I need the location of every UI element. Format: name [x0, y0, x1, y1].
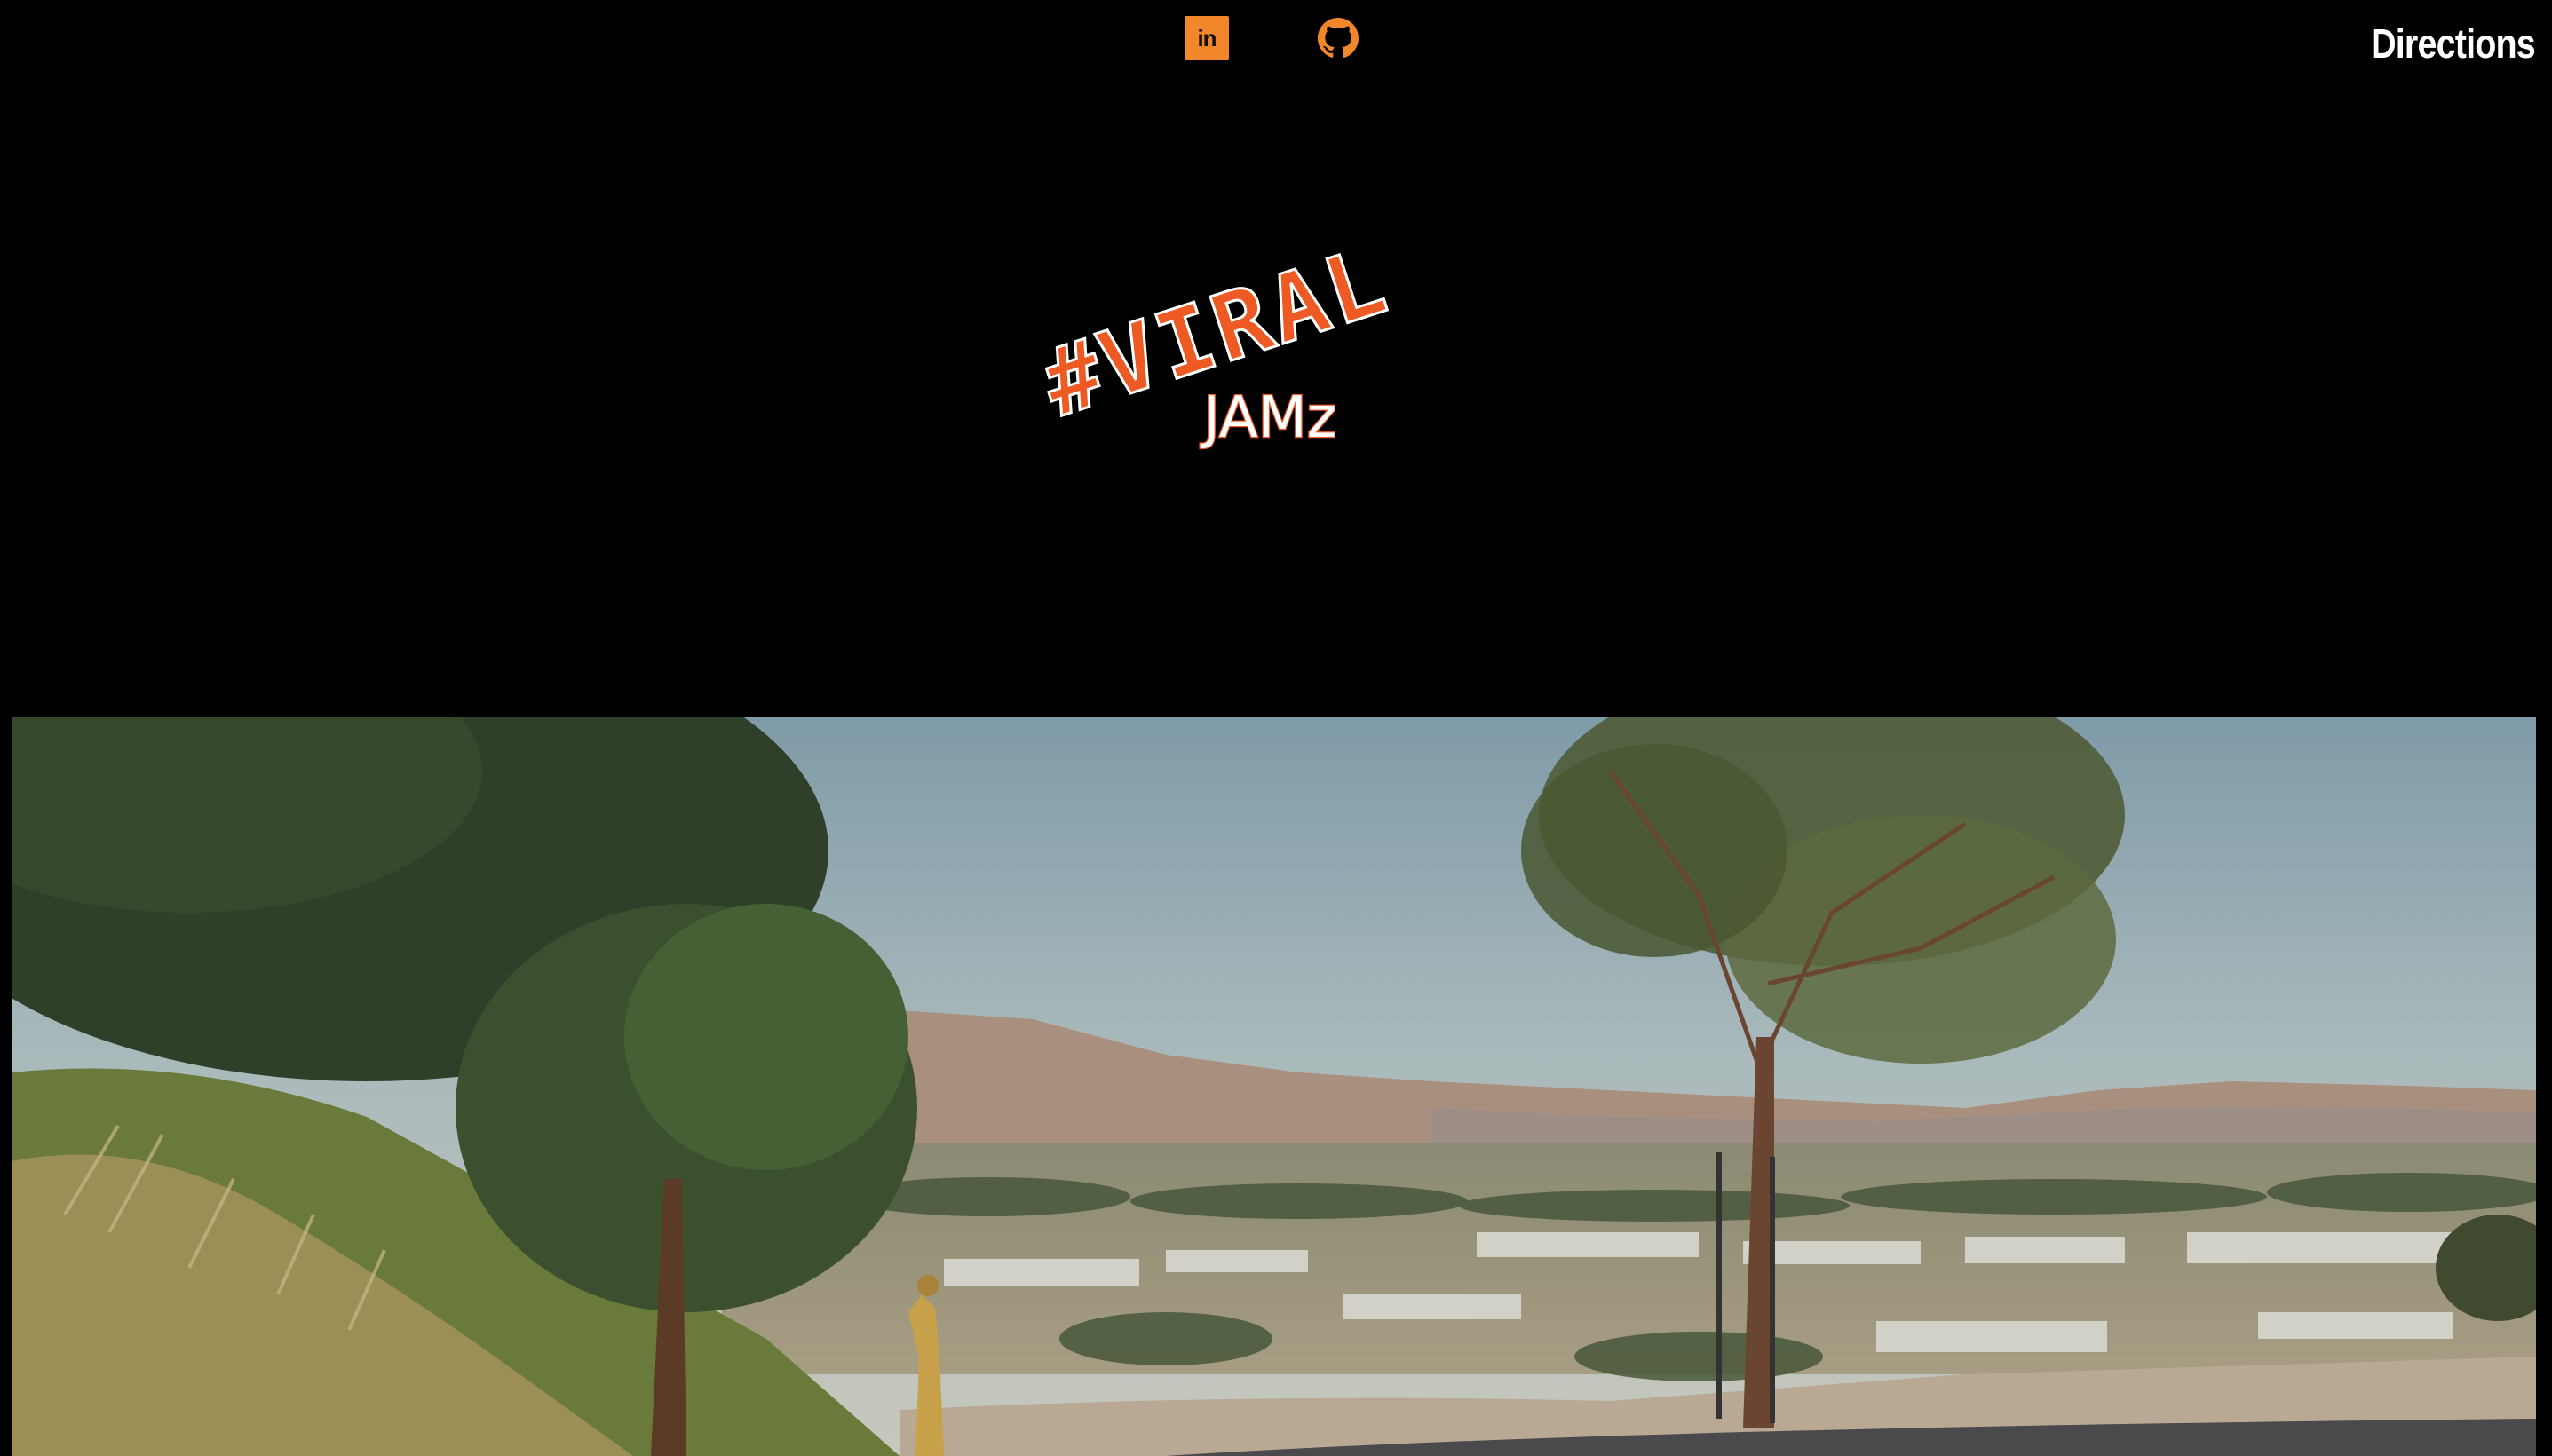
page: in Directions #VIRAL JAMz — [0, 0, 2552, 1456]
github-link[interactable] — [1316, 16, 1360, 60]
linkedin-label: in — [1197, 24, 1217, 51]
github-icon — [1316, 16, 1360, 60]
hero-image — [12, 717, 2536, 1456]
linkedin-icon: in — [1185, 16, 1229, 60]
social-links: in — [1185, 16, 1360, 60]
viral-jamz-logo[interactable]: #VIRAL JAMz — [1039, 195, 1518, 453]
linkedin-link[interactable]: in — [1185, 16, 1229, 60]
logo-line2: JAMz — [1200, 385, 1336, 451]
directions-link[interactable]: Directions — [2371, 20, 2536, 67]
